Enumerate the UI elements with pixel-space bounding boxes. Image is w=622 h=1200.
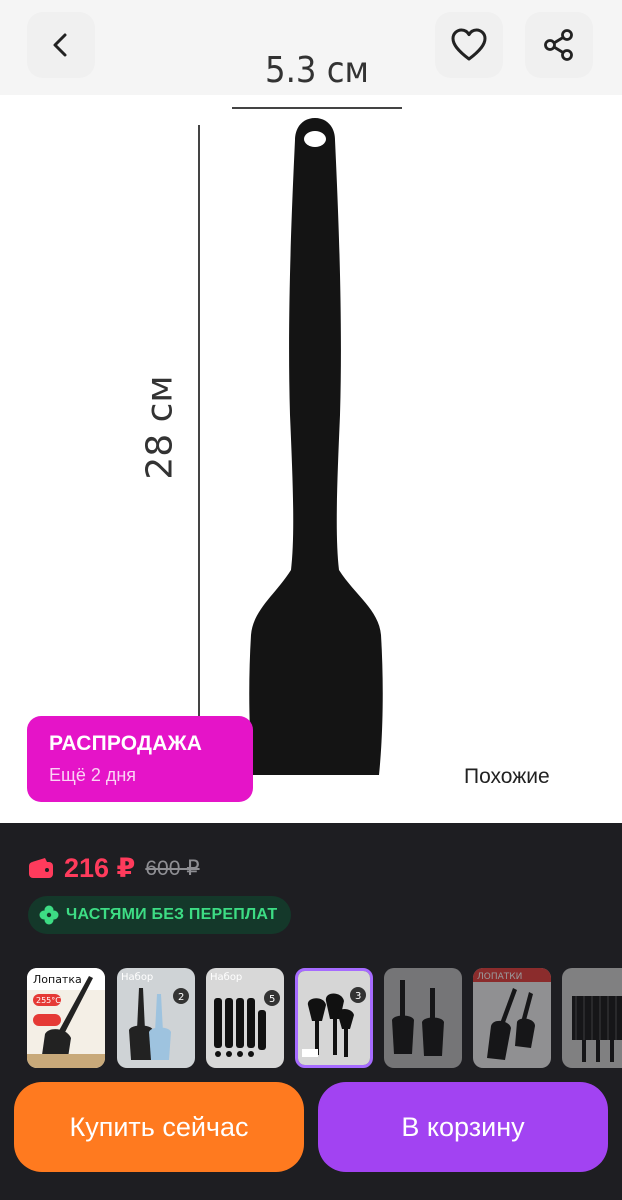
product-image-area[interactable]: 28 см РАСПРОДАЖА Ещё 2 дня Похожие	[0, 95, 622, 823]
thumbnail-badge: 5	[269, 994, 275, 1005]
thumbnail-image: Лопатка 255°C	[27, 968, 105, 1068]
chevron-left-icon	[53, 33, 67, 57]
thumbnail-item[interactable]	[562, 968, 622, 1068]
thumbnail-caption: Набор	[121, 972, 153, 983]
thumbnail-item[interactable]: Лопатка 255°C	[27, 968, 105, 1068]
thumbnail-item-selected[interactable]: 3	[295, 968, 373, 1068]
clover-icon	[39, 905, 59, 925]
width-dimension-line	[232, 107, 402, 109]
thumbnail-image: ЛОПАТКИ	[473, 968, 551, 1068]
add-to-cart-button[interactable]: В корзину	[318, 1082, 608, 1172]
thumbnail-item[interactable]: Набор 5	[206, 968, 284, 1068]
thumbnail-badge: 255°C	[36, 996, 61, 1005]
thumbnail-item[interactable]	[384, 968, 462, 1068]
heart-icon	[451, 28, 487, 61]
thumbnail-badge: 2	[178, 992, 184, 1003]
price-row: 216 ₽ 600 ₽	[28, 853, 200, 883]
share-button[interactable]	[525, 12, 593, 78]
thumbnail-caption: Набор	[210, 972, 242, 983]
installment-label: ЧАСТЯМИ БЕЗ ПЕРЕПЛАТ	[66, 906, 278, 923]
thumbnail-item[interactable]: ЛОПАТКИ	[473, 968, 551, 1068]
spatula-image	[249, 118, 383, 775]
old-price: 600 ₽	[145, 856, 200, 880]
sale-badge-title: РАСПРОДАЖА	[49, 732, 203, 755]
installment-badge[interactable]: ЧАСТЯМИ БЕЗ ПЕРЕПЛАТ	[28, 896, 292, 934]
height-dimension-label: 28 см	[139, 375, 181, 480]
width-dimension-label: 5.3 см	[264, 50, 369, 91]
wallet-icon	[29, 858, 53, 878]
thumbnail-item[interactable]: Набор 2	[117, 968, 195, 1068]
thumbnail-image: Набор 2	[117, 968, 195, 1068]
purchase-panel: 216 ₽ 600 ₽ ЧАСТЯМИ БЕЗ ПЕРЕПЛАТ Лопатка…	[0, 823, 622, 1200]
thumbnail-caption: ЛОПАТКИ	[477, 972, 522, 982]
thumbnail-image	[384, 968, 462, 1068]
thumbnail-image	[562, 968, 622, 1068]
sale-badge[interactable]: РАСПРОДАЖА Ещё 2 дня	[27, 716, 253, 802]
thumbnail-image: Набор 5	[206, 968, 284, 1068]
favorite-button[interactable]	[435, 12, 503, 78]
thumbnail-image: 3	[298, 971, 370, 1065]
current-price: 216 ₽	[64, 852, 136, 883]
height-dimension-line	[198, 125, 200, 725]
thumbnail-caption: Лопатка	[33, 973, 82, 986]
back-button[interactable]	[27, 12, 95, 78]
thumbnail-badge: 3	[355, 991, 361, 1002]
sale-badge-subtitle: Ещё 2 дня	[49, 765, 137, 785]
buy-now-button[interactable]: Купить сейчас	[14, 1082, 304, 1172]
similar-link[interactable]: Похожие	[464, 765, 550, 789]
thumbnail-strip: Лопатка 255°C Набор 2 Набор 5 3 ЛОПАТКИ	[27, 968, 622, 1072]
share-icon	[544, 29, 573, 61]
